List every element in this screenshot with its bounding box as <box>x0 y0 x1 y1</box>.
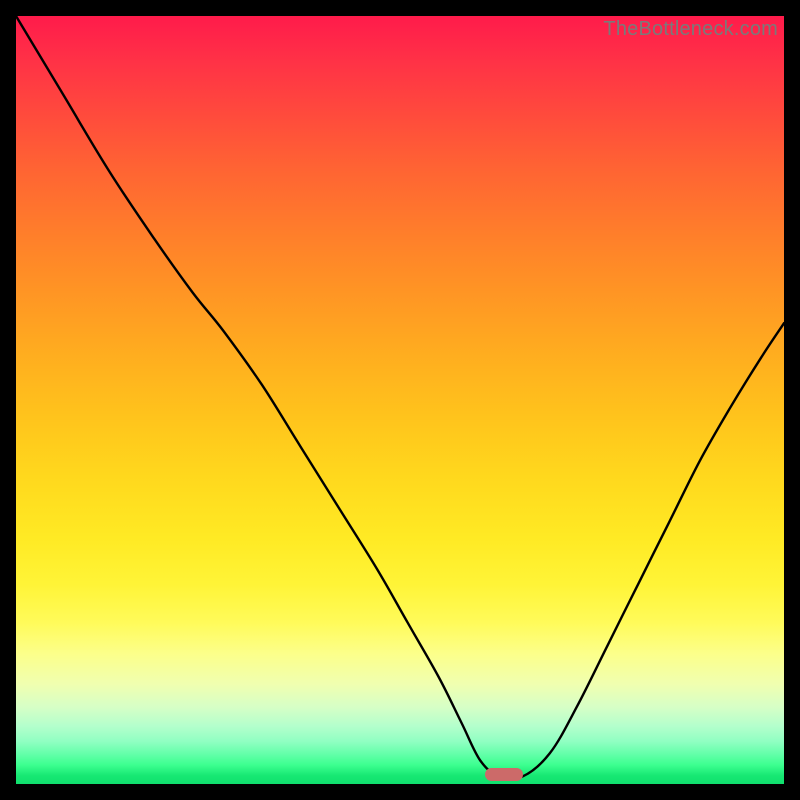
chart-frame: TheBottleneck.com <box>0 0 800 800</box>
curve-path <box>16 16 784 779</box>
bottleneck-curve <box>16 16 784 784</box>
plot-area: TheBottleneck.com <box>16 16 784 784</box>
optimal-marker <box>485 768 523 781</box>
